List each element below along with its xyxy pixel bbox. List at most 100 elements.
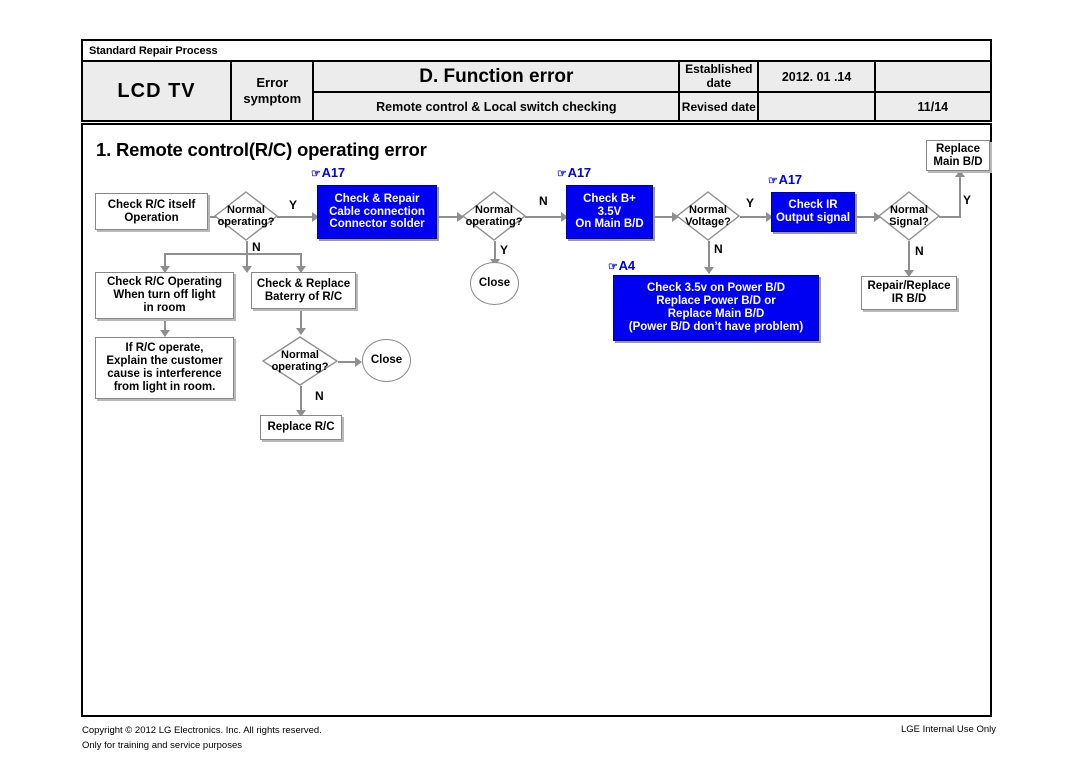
node-line: Output signal (775, 212, 851, 224)
node-line: cause is interference (107, 368, 222, 380)
footer-copyright-line2: Only for training and service purposes (82, 739, 242, 751)
node-check-ir-output[interactable]: Check IR Output signal (771, 192, 855, 232)
established-date-value-cell: 2012. 01 .14 (757, 60, 876, 93)
edge-label-y: Y (289, 198, 298, 212)
decision-line: Normal (281, 348, 319, 361)
reference-tag-a4[interactable]: ☞A4 (608, 258, 635, 273)
doc-title-cell: D. Function error (312, 60, 681, 93)
decision-normal-signal[interactable]: Normal Signal? (878, 191, 940, 241)
node-line: Connector solder (329, 218, 425, 231)
node-line: When turn off light (113, 289, 216, 302)
connector-arrow (160, 330, 170, 337)
node-repair-replace-ir-bd[interactable]: Repair/Replace IR B/D (861, 276, 957, 310)
node-replace-rc[interactable]: Replace R/C (260, 415, 342, 440)
page-title: 1. Remote control(R/C) operating error (96, 139, 427, 160)
page-root: Standard Repair Process LCD TV Error sym… (0, 0, 1080, 763)
decision-normal-voltage[interactable]: Normal Voltage? (676, 191, 740, 241)
node-line: Explain the customer (106, 355, 223, 368)
node-line: Replace (935, 142, 981, 155)
tag-label: A4 (618, 258, 635, 273)
error-symptom-cell: Error symptom (230, 60, 315, 122)
node-check-35v-power-bd[interactable]: Check 3.5v on Power B/D Replace Power B/… (613, 275, 819, 341)
footer-copyright-line1: Copyright © 2012 LG Electronics. Inc. Al… (82, 725, 322, 736)
decision-line: Normal (475, 203, 513, 216)
node-line: Check R/C Operating (106, 276, 223, 289)
standard-repair-process-bar: Standard Repair Process (81, 39, 992, 60)
reference-tag-a17-1[interactable]: ☞A17 (311, 165, 345, 180)
decision-line: Normal (227, 203, 265, 216)
standard-repair-process-label: Standard Repair Process (89, 44, 218, 57)
node-check-rc-operating-light-off[interactable]: Check R/C Operating When turn off light … (95, 272, 234, 319)
node-line: On Main B/D (575, 218, 644, 231)
pointing-hand-icon: ☞ (768, 175, 778, 187)
header-blank-cell (873, 60, 993, 93)
header-table: Standard Repair Process LCD TV Error sym… (80, 39, 993, 122)
node-line: Operation (124, 211, 179, 224)
header-row-1: LCD TV Error symptom D. Function error E… (80, 60, 993, 122)
node-close-1[interactable]: Close (470, 262, 519, 305)
edge-label-n: N (539, 194, 548, 208)
established-label-line2: date (706, 75, 732, 90)
error-symptom-line1: Error (256, 74, 289, 90)
doc-subtitle-cell: Remote control & Local switch checking (312, 91, 681, 122)
node-line: Replace Power B/D or (656, 295, 776, 308)
node-line: Main B/D (933, 155, 983, 168)
connector-line (939, 216, 961, 218)
node-line: Repair/Replace (867, 280, 951, 293)
decision-line: Signal? (889, 216, 929, 228)
node-line: Baterry of R/C (264, 290, 343, 303)
connector-line (959, 177, 961, 218)
decision-normal-operating-3[interactable]: Normal operating? (262, 336, 338, 386)
node-line: Check & Replace (256, 277, 351, 290)
pointing-hand-icon: ☞ (608, 261, 618, 273)
edge-label-y: Y (500, 243, 509, 257)
node-check-rc-itself[interactable]: Check R/C itself Operation (95, 193, 208, 230)
footer-copyright: Copyright © 2012 LG Electronics. Inc. Al… (82, 724, 322, 753)
node-line: in room (143, 301, 186, 314)
node-check-repair-cable[interactable]: Check & Repair Cable connection Connecto… (317, 185, 437, 239)
error-symptom-line2: symptom (243, 91, 302, 106)
node-replace-main-bd[interactable]: Replace Main B/D (926, 140, 990, 171)
node-line: Check 3.5v on Power B/D (646, 282, 786, 295)
edge-label-n: N (252, 240, 261, 254)
tag-label: A17 (778, 172, 802, 187)
revised-date-value-cell (757, 91, 876, 122)
node-check-replace-battery[interactable]: Check & Replace Baterry of R/C (251, 272, 356, 309)
pointing-hand-icon: ☞ (311, 168, 321, 180)
node-line: (Power B/D don’t have problem) (628, 320, 804, 333)
header-info-table: LCD TV Error symptom D. Function error E… (80, 60, 993, 122)
node-check-b-plus[interactable]: Check B+ 3.5V On Main B/D (566, 185, 653, 239)
edge-label-n: N (915, 244, 924, 258)
node-line: Cable connection (329, 205, 425, 218)
node-explain-light-interference[interactable]: If R/C operate, Explain the customer cau… (95, 337, 234, 399)
reference-tag-a17-2[interactable]: ☞A17 (557, 165, 591, 180)
edge-label-n: N (714, 242, 723, 256)
edge-label-n: N (315, 389, 324, 403)
connector-arrow (355, 357, 362, 367)
tag-label: A17 (567, 165, 591, 180)
node-line: IR B/D (891, 293, 927, 305)
node-line: from light in room. (113, 380, 216, 393)
connector-arrow (704, 267, 714, 274)
reference-tag-a17-3[interactable]: ☞A17 (768, 172, 802, 187)
page-number-cell: 11/14 (873, 91, 993, 122)
connector-line (525, 216, 565, 218)
node-line: Check IR (788, 199, 838, 212)
connector-arrow (955, 170, 965, 177)
decision-normal-operating-2[interactable]: Normal operating? (462, 191, 526, 241)
revised-date-label-cell: Revised date (678, 91, 760, 122)
node-line: Check B+ (583, 192, 636, 205)
node-close-2[interactable]: Close (362, 339, 411, 382)
connector-arrow (296, 328, 306, 335)
connector-line (277, 216, 315, 218)
decision-line: Voltage? (685, 216, 731, 228)
connector-line (164, 253, 302, 255)
decision-line: operating? (217, 216, 275, 228)
established-label-line1: Established (685, 61, 753, 76)
pointing-hand-icon: ☞ (557, 168, 567, 180)
footer-internal-use: LGE Internal Use Only (900, 724, 996, 735)
node-line: Check R/C itself (107, 198, 196, 211)
product-name-cell: LCD TV (80, 60, 233, 122)
edge-label-y: Y (963, 193, 972, 207)
decision-normal-operating-1[interactable]: Normal operating? (214, 191, 278, 241)
